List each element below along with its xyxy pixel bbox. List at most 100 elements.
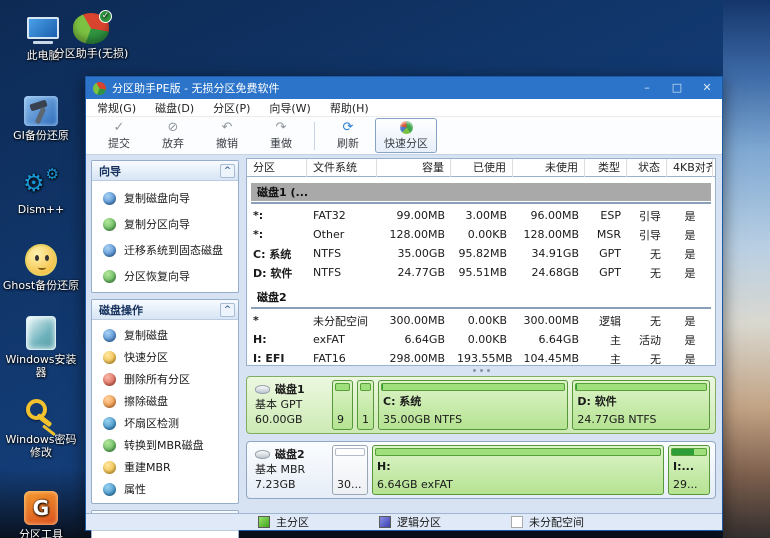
col-unused[interactable]: 未使用	[513, 159, 585, 177]
app-logo-icon	[93, 82, 106, 95]
disk-operations-panel: 磁盘操作 ^ 复制磁盘 快速分区 删除所有分区	[91, 299, 239, 504]
table-row[interactable]: *:FAT3299.00MB3.00MB96.00MBESP引导是	[247, 206, 715, 225]
client-area: 向导 ^ 复制磁盘向导 复制分区向导 迁移系统到固态磁盘	[86, 155, 722, 513]
splitter-dots-icon	[480, 369, 483, 372]
disk1-label: 磁盘1 基本 GPT 60.00GB	[249, 379, 329, 431]
disk-icon	[255, 385, 270, 394]
disk2-meta: 基本 MBR	[255, 462, 325, 477]
gears-icon: ⚙⚙	[23, 168, 59, 200]
sidebar-item-copy-disk[interactable]: 复制磁盘	[94, 324, 236, 346]
unallocated-swatch	[511, 516, 523, 528]
quick-partition-button[interactable]: 快速分区	[375, 118, 437, 153]
desktop-icon-partition-tool[interactable]: G 分区工具	[2, 487, 80, 538]
logical-partition-swatch	[379, 516, 391, 528]
desktop-icon-windows-installer[interactable]: Windows安装器	[2, 312, 80, 379]
wipe-disk-icon	[103, 395, 116, 408]
diskgenius-icon: G	[24, 491, 58, 525]
desktop-icon-partition-assistant[interactable]: ✓ 分区助手(无损)	[52, 6, 130, 60]
table-row[interactable]: C: 系统NTFS35.00GB95.82MB34.91GBGPT无是	[247, 244, 715, 263]
sidebar-item-quick-partition[interactable]: 快速分区	[94, 346, 236, 368]
partition-block-esp[interactable]: 9	[332, 380, 353, 430]
desktop-icon-ghost-backup[interactable]: Ghost备份还原	[2, 238, 80, 292]
undo-button[interactable]: ↶ 撤销	[200, 120, 254, 151]
wizard-panel: 向导 ^ 复制磁盘向导 复制分区向导 迁移系统到固态磁盘	[91, 160, 239, 293]
disk1-size: 60.00GB	[255, 412, 325, 427]
table-row[interactable]: I: EFIFAT16298.00MB193.55MB104.45MB主无是	[247, 349, 715, 366]
col-filesystem[interactable]: 文件系统	[307, 159, 377, 177]
sidebar-item-convert-to-mbr[interactable]: 转换到MBR磁盘	[94, 434, 236, 456]
hammer-icon	[24, 96, 58, 126]
partition-block-d[interactable]: D: 软件 24.77GB NTFS	[572, 380, 710, 430]
usage-bar	[575, 383, 707, 391]
pending-operations-list	[92, 531, 238, 538]
sidebar-item-copy-disk-wizard[interactable]: 复制磁盘向导	[94, 185, 236, 211]
minimize-button[interactable]: –	[632, 77, 662, 99]
sidebar-item-delete-all-partitions[interactable]: 删除所有分区	[94, 368, 236, 390]
redo-icon: ↷	[276, 120, 287, 135]
table-row[interactable]: *未分配空间300.00MB0.00KB300.00MB逻辑无是	[247, 311, 715, 330]
titlebar[interactable]: 分区助手PE版 - 无损分区免费软件 – □ ✕	[86, 77, 722, 99]
menu-wizard[interactable]: 向导(W)	[269, 100, 310, 116]
sidebar-item-properties[interactable]: 属性	[94, 478, 236, 500]
partition-pie-icon: ✓	[73, 13, 109, 44]
col-used[interactable]: 已使用	[451, 159, 513, 177]
desktop-icon-label: Ghost备份还原	[2, 279, 80, 292]
maximize-button[interactable]: □	[662, 77, 692, 99]
col-4kb-align[interactable]: 4KB对齐	[667, 159, 713, 177]
disk-operations-header[interactable]: 磁盘操作 ^	[92, 300, 238, 320]
disk2-group-row[interactable]: 磁盘2	[251, 288, 711, 309]
partition-block-c[interactable]: C: 系统 35.00GB NTFS	[378, 380, 568, 430]
collapse-icon[interactable]: ^	[220, 164, 235, 178]
desktop-icon-label: GI备份还原	[2, 129, 80, 142]
col-capacity[interactable]: 容量	[377, 159, 451, 177]
partition-block-unallocated[interactable]: 30...	[332, 445, 368, 495]
commit-button[interactable]: ✓ 提交	[92, 120, 146, 151]
menu-help[interactable]: 帮助(H)	[330, 100, 369, 116]
desktop-icon-label: Windows安装器	[2, 353, 80, 379]
menu-general[interactable]: 常规(G)	[97, 100, 136, 116]
partition-recovery-icon	[103, 270, 116, 283]
table-row[interactable]: *:Other128.00MB0.00KB128.00MBMSR引导是	[247, 225, 715, 244]
col-status[interactable]: 状态	[627, 159, 667, 177]
partition-block-msr[interactable]: 1	[357, 380, 374, 430]
disk1-group-row[interactable]: 磁盘1 (...	[251, 183, 711, 204]
refresh-button[interactable]: ⟳ 刷新	[321, 120, 375, 151]
wizard-panel-header[interactable]: 向导 ^	[92, 161, 238, 181]
key-icon	[23, 396, 59, 430]
desktop-icon-gi-backup[interactable]: GI备份还原	[2, 88, 80, 142]
splitter-handle[interactable]	[246, 366, 716, 375]
col-type[interactable]: 类型	[585, 159, 627, 177]
partition-block-h[interactable]: H: 6.64GB exFAT	[372, 445, 664, 495]
check-badge-icon: ✓	[99, 10, 112, 23]
menu-disk[interactable]: 磁盘(D)	[155, 100, 194, 116]
desktop-icon-label: 分区助手(无损)	[52, 47, 130, 60]
disk2-size: 7.23GB	[255, 477, 325, 492]
desktop-icon-windows-password[interactable]: Windows密码修改	[2, 392, 80, 459]
disk1-strip[interactable]: 磁盘1 基本 GPT 60.00GB 9 1	[246, 376, 716, 434]
close-button[interactable]: ✕	[692, 77, 722, 99]
col-partition[interactable]: 分区	[247, 159, 307, 177]
sidebar: 向导 ^ 复制磁盘向导 复制分区向导 迁移系统到固态磁盘	[86, 155, 242, 513]
table-row[interactable]: H:exFAT6.64GB0.00KB6.64GB主活动是	[247, 330, 715, 349]
sidebar-item-rebuild-mbr[interactable]: 重建MBR	[94, 456, 236, 478]
sidebar-item-copy-partition-wizard[interactable]: 复制分区向导	[94, 211, 236, 237]
desktop-icon-dism[interactable]: ⚙⚙ Dism++	[2, 162, 80, 216]
table-header: 分区 文件系统 容量 已使用 未使用 类型 状态 4KB对齐	[247, 159, 715, 177]
partition-block-i[interactable]: I:... 29...	[668, 445, 710, 495]
sidebar-item-bad-sector-check[interactable]: 坏扇区检测	[94, 412, 236, 434]
collapse-icon[interactable]: ^	[220, 303, 235, 317]
disk1-meta: 基本 GPT	[255, 397, 325, 412]
usage-bar	[335, 448, 365, 456]
sidebar-item-partition-recovery-wizard[interactable]: 分区恢复向导	[94, 263, 236, 289]
sidebar-item-wipe-disk[interactable]: 擦除磁盘	[94, 390, 236, 412]
usage-bar	[381, 383, 565, 391]
sidebar-item-migrate-os-ssd[interactable]: 迁移系统到固态磁盘	[94, 237, 236, 263]
table-row[interactable]: D: 软件NTFS24.77GB95.51MB24.68GBGPT无是	[247, 263, 715, 282]
main-area: 分区 文件系统 容量 已使用 未使用 类型 状态 4KB对齐 磁盘1 (... …	[242, 155, 722, 513]
wallpaper-sunset-strip	[723, 0, 770, 538]
disk2-strip[interactable]: 磁盘2 基本 MBR 7.23GB 30... H: 6.64GB exFAT	[246, 441, 716, 499]
discard-button[interactable]: ⊘ 放弃	[146, 120, 200, 151]
menu-partition[interactable]: 分区(P)	[213, 100, 250, 116]
menubar: 常规(G) 磁盘(D) 分区(P) 向导(W) 帮助(H)	[86, 99, 722, 117]
redo-button[interactable]: ↷ 重做	[254, 120, 308, 151]
